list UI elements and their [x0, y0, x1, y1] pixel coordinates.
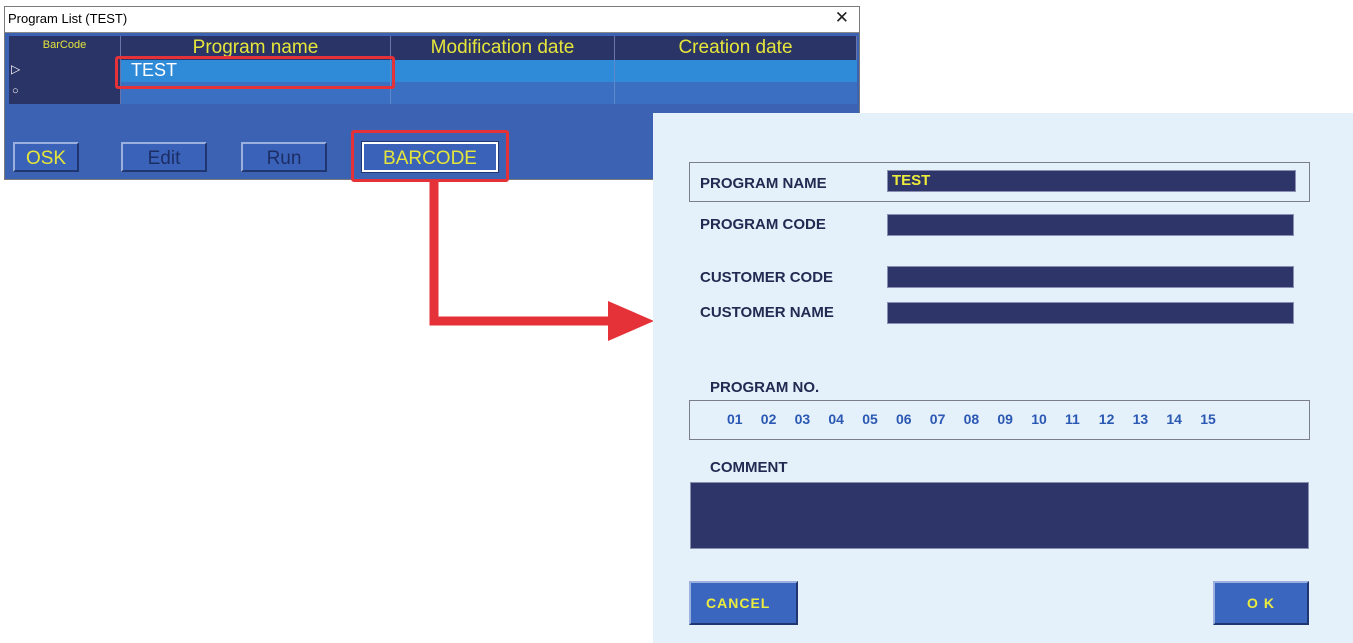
program-number-button[interactable]: 11	[1065, 411, 1080, 427]
program-number-button[interactable]: 10	[1031, 411, 1047, 427]
comment-label: COMMENT	[710, 459, 788, 476]
program-no-label: PROGRAM NO.	[710, 379, 820, 396]
arrow-line	[429, 181, 612, 326]
program-number-button[interactable]: 04	[828, 411, 844, 427]
program-number-button[interactable]: 07	[930, 411, 946, 427]
program-name-field[interactable]: TEST	[887, 170, 1296, 192]
cancel-button[interactable]: CANCEL	[689, 581, 798, 625]
program-number-button[interactable]: 02	[761, 411, 777, 427]
customer-code-label: CUSTOMER CODE	[700, 269, 834, 286]
barcode-dialog: PROGRAM NAME TEST PROGRAM CODE CUSTOMER …	[653, 113, 1353, 643]
customer-code-field[interactable]	[887, 266, 1294, 288]
program-number-button[interactable]: 14	[1166, 411, 1182, 427]
program-code-label: PROGRAM CODE	[700, 216, 826, 233]
program-name-value: TEST	[892, 172, 931, 189]
customer-name-field[interactable]	[887, 302, 1294, 324]
arrow-head-icon	[608, 301, 654, 341]
program-code-field[interactable]	[887, 214, 1294, 236]
program-number-button[interactable]: 01	[727, 411, 743, 427]
program-name-label: PROGRAM NAME	[700, 175, 827, 192]
program-number-button[interactable]: 13	[1133, 411, 1149, 427]
program-no-selector: 01 02 03 04 05 06 07 08 09 10 11 12 13 14 15	[689, 400, 1310, 440]
program-number-button[interactable]: 08	[964, 411, 980, 427]
program-number-button[interactable]: 12	[1099, 411, 1115, 427]
customer-name-label: CUSTOMER NAME	[700, 304, 834, 321]
program-number-button[interactable]: 09	[997, 411, 1013, 427]
ok-button[interactable]: O K	[1213, 581, 1309, 625]
program-number-button[interactable]: 06	[896, 411, 912, 427]
program-number-button[interactable]: 05	[862, 411, 878, 427]
comment-field[interactable]	[690, 482, 1309, 549]
program-number-button[interactable]: 03	[795, 411, 811, 427]
program-number-button[interactable]: 15	[1200, 411, 1216, 427]
